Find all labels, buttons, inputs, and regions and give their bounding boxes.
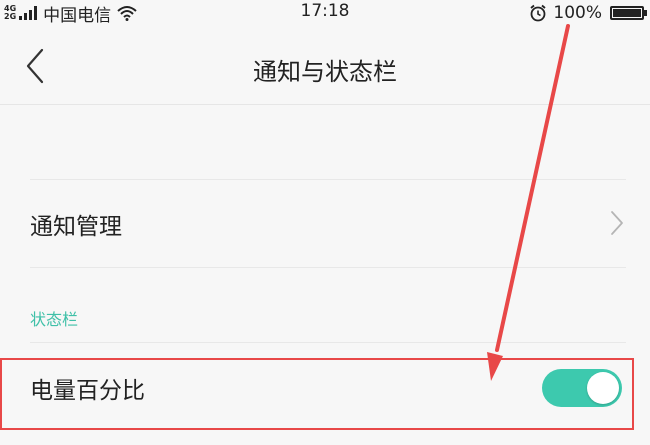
battery-icon — [610, 6, 647, 20]
notification-management-label: 通知管理 — [30, 214, 122, 240]
divider — [30, 267, 626, 268]
section-header-status-bar: 状态栏 — [30, 310, 79, 329]
annotation-highlight-box — [0, 358, 634, 430]
divider — [30, 342, 626, 343]
status-bar-right: 100% — [529, 2, 647, 24]
chevron-right-icon — [611, 211, 623, 235]
alarm-icon — [530, 4, 546, 22]
screen: 4G 2G 中国电信 17:18 100% 通知与状态栏 通知管理 状态栏 电量… — [0, 0, 650, 445]
notification-management-item[interactable]: 通知管理 — [0, 180, 650, 266]
status-bar: 4G 2G 中国电信 17:18 100% — [0, 0, 650, 26]
battery-percent: 100% — [553, 3, 602, 23]
app-header: 通知与状态栏 — [0, 26, 650, 105]
page-title: 通知与状态栏 — [253, 58, 397, 86]
